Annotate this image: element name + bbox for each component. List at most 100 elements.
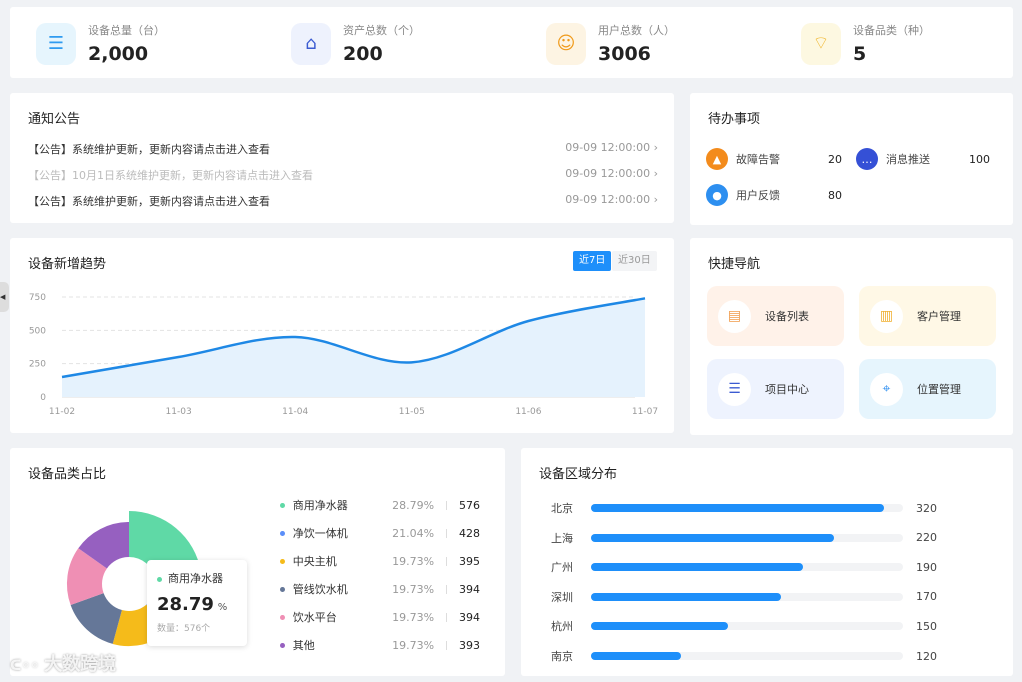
category-card: 设备品类占比 商用净水器 28.79 % 数量：576个 商用净水器 28.79%…: [10, 448, 505, 676]
collapse-handle[interactable]: ◀: [0, 282, 9, 312]
region-bar: [591, 592, 782, 601]
notice-card: 通知公告 【公告】系统维护更新，更新内容请点击进入查看 09-09 12:00:0…: [10, 93, 674, 223]
divider: [446, 556, 447, 566]
todo-item[interactable]: … 消息推送 100: [856, 148, 990, 170]
region-bar-track: [591, 533, 903, 542]
device-list-icon: ▤: [718, 299, 751, 333]
stat-value: 2,000: [88, 43, 149, 65]
x-tick-label: 11-03: [166, 407, 192, 417]
legend-name: 商用净水器: [292, 499, 348, 512]
stat-label: 用户总数（人）: [598, 24, 675, 37]
y-tick-label: 0: [40, 393, 46, 403]
divider: [446, 500, 447, 510]
notice-item[interactable]: 【公告】10月1日系统维护更新，更新内容请点击进入查看 09-09 12:00:0…: [28, 167, 658, 183]
todo-label: 用户反馈: [736, 189, 780, 202]
region-name: 深圳: [551, 590, 573, 604]
chevron-right-icon: ›: [653, 141, 658, 154]
trend-card: 设备新增趋势 近7日 近30日 0 250 500 750 11-02 11-03 11-0…: [10, 238, 674, 433]
x-tick-label: 11-05: [399, 407, 425, 417]
todo-count: 20: [828, 152, 842, 166]
notice-title: 通知公告: [28, 112, 81, 127]
quicknav-label: 位置管理: [917, 383, 961, 396]
legend-dot: [280, 502, 285, 508]
todo-title: 待办事项: [708, 112, 761, 127]
legend-value: 394: [459, 610, 480, 624]
legend-name: 饮水平台: [292, 611, 337, 624]
project-icon: ☰: [718, 372, 751, 406]
notice-item[interactable]: 【公告】系统维护更新，更新内容请点击进入查看 09-09 12:00:00 ›: [28, 193, 658, 209]
notice-time: 09-09 12:00:00: [565, 193, 651, 206]
region-card: 设备区域分布 北京 320 上海 220 广州 190 深圳 170 杭州 150 南京 120: [521, 448, 1013, 676]
user-icon: ●: [706, 184, 728, 206]
home-icon: ⌂: [291, 22, 331, 65]
legend-percent: 21.04%: [392, 526, 435, 540]
legend-percent: 19.73%: [392, 582, 435, 596]
legend-dot: [280, 642, 285, 648]
legend-dot: [280, 530, 285, 536]
stat-label: 设备总量（台）: [88, 24, 165, 37]
divider: [446, 612, 447, 622]
region-bar: [591, 563, 804, 572]
region-value: 220: [916, 531, 937, 545]
region-bar-track: [591, 563, 903, 572]
notice-text: 【公告】系统维护更新，更新内容请点击进入查看: [28, 143, 270, 156]
legend-name: 净饮一体机: [292, 527, 348, 540]
divider: [446, 528, 447, 538]
legend-dot: [280, 586, 285, 592]
stat-item: ☰ 设备总量（台） 2,000: [36, 22, 165, 65]
stat-item: ⌔ 设备品类（种） 5: [801, 22, 930, 65]
region-row: 杭州 150: [551, 618, 951, 634]
legend-value: 428: [459, 526, 480, 540]
legend-percent: 28.79%: [392, 498, 435, 512]
legend-value: 393: [459, 638, 480, 652]
alarm-icon: ▲: [706, 148, 728, 170]
tooltip-unit: %: [217, 602, 228, 613]
legend-item[interactable]: 商用净水器 28.79% 576: [280, 497, 480, 513]
region-value: 170: [916, 590, 937, 604]
chevron-right-icon: ›: [653, 167, 658, 180]
notice-text: 【公告】10月1日系统维护更新，更新内容请点击进入查看: [28, 169, 313, 182]
region-row: 深圳 170: [551, 589, 951, 605]
region-row: 广州 190: [551, 559, 951, 575]
quicknav-label: 客户管理: [917, 310, 961, 323]
region-row: 上海 220: [551, 530, 951, 546]
legend-item[interactable]: 饮水平台 19.73% 394: [280, 609, 480, 625]
region-value: 190: [916, 560, 937, 574]
todo-item[interactable]: ● 用户反馈 80: [706, 184, 842, 206]
notice-item[interactable]: 【公告】系统维护更新，更新内容请点击进入查看 09-09 12:00:00 ›: [28, 141, 658, 157]
watermark: ᑕ◦◦ 大数跨境: [10, 654, 117, 675]
legend-item[interactable]: 中央主机 19.73% 395: [280, 553, 480, 569]
quicknav-item[interactable]: ▥ 客户管理: [859, 286, 996, 346]
quicknav-item[interactable]: ▤ 设备列表: [707, 286, 844, 346]
legend-item[interactable]: 其他 19.73% 393: [280, 637, 480, 653]
quicknav-item[interactable]: ⌖ 位置管理: [859, 359, 996, 419]
quicknav-label: 设备列表: [765, 310, 809, 323]
x-tick-label: 11-06: [515, 407, 541, 417]
todo-count: 100: [969, 152, 990, 166]
users-icon: ☺: [546, 22, 586, 65]
region-bar: [591, 504, 885, 512]
notice-time: 09-09 12:00:00: [565, 141, 651, 154]
legend-dot: [280, 558, 285, 564]
quicknav-title: 快捷导航: [708, 257, 761, 272]
divider: [446, 640, 447, 650]
region-value: 120: [916, 649, 937, 663]
quicknav-card: 快捷导航 ▤ 设备列表 ▥ 客户管理 ☰ 项目中心 ⌖ 位置管理: [690, 238, 1013, 435]
legend-item[interactable]: 净饮一体机 21.04% 428: [280, 525, 480, 541]
region-bar-track: [591, 652, 903, 660]
legend-percent: 19.73%: [392, 610, 435, 624]
todo-label: 故障告警: [736, 153, 780, 166]
region-name: 广州: [551, 561, 573, 575]
notice-time: 09-09 12:00:00: [565, 167, 651, 180]
y-tick-label: 500: [29, 326, 46, 336]
legend-percent: 19.73%: [392, 554, 435, 568]
x-tick-label: 11-07: [632, 407, 658, 417]
legend-dot: [280, 614, 285, 620]
todo-card: 待办事项 ▲ 故障告警 20 … 消息推送 100 ● 用户反馈 80: [690, 93, 1013, 225]
legend-item[interactable]: 管线饮水机 19.73% 394: [280, 581, 480, 597]
customer-icon: ▥: [870, 299, 903, 333]
tooltip-value: 28.79: [157, 594, 214, 615]
location-icon: ⌖: [870, 372, 903, 406]
quicknav-item[interactable]: ☰ 项目中心: [707, 359, 844, 419]
todo-item[interactable]: ▲ 故障告警 20: [706, 148, 842, 170]
